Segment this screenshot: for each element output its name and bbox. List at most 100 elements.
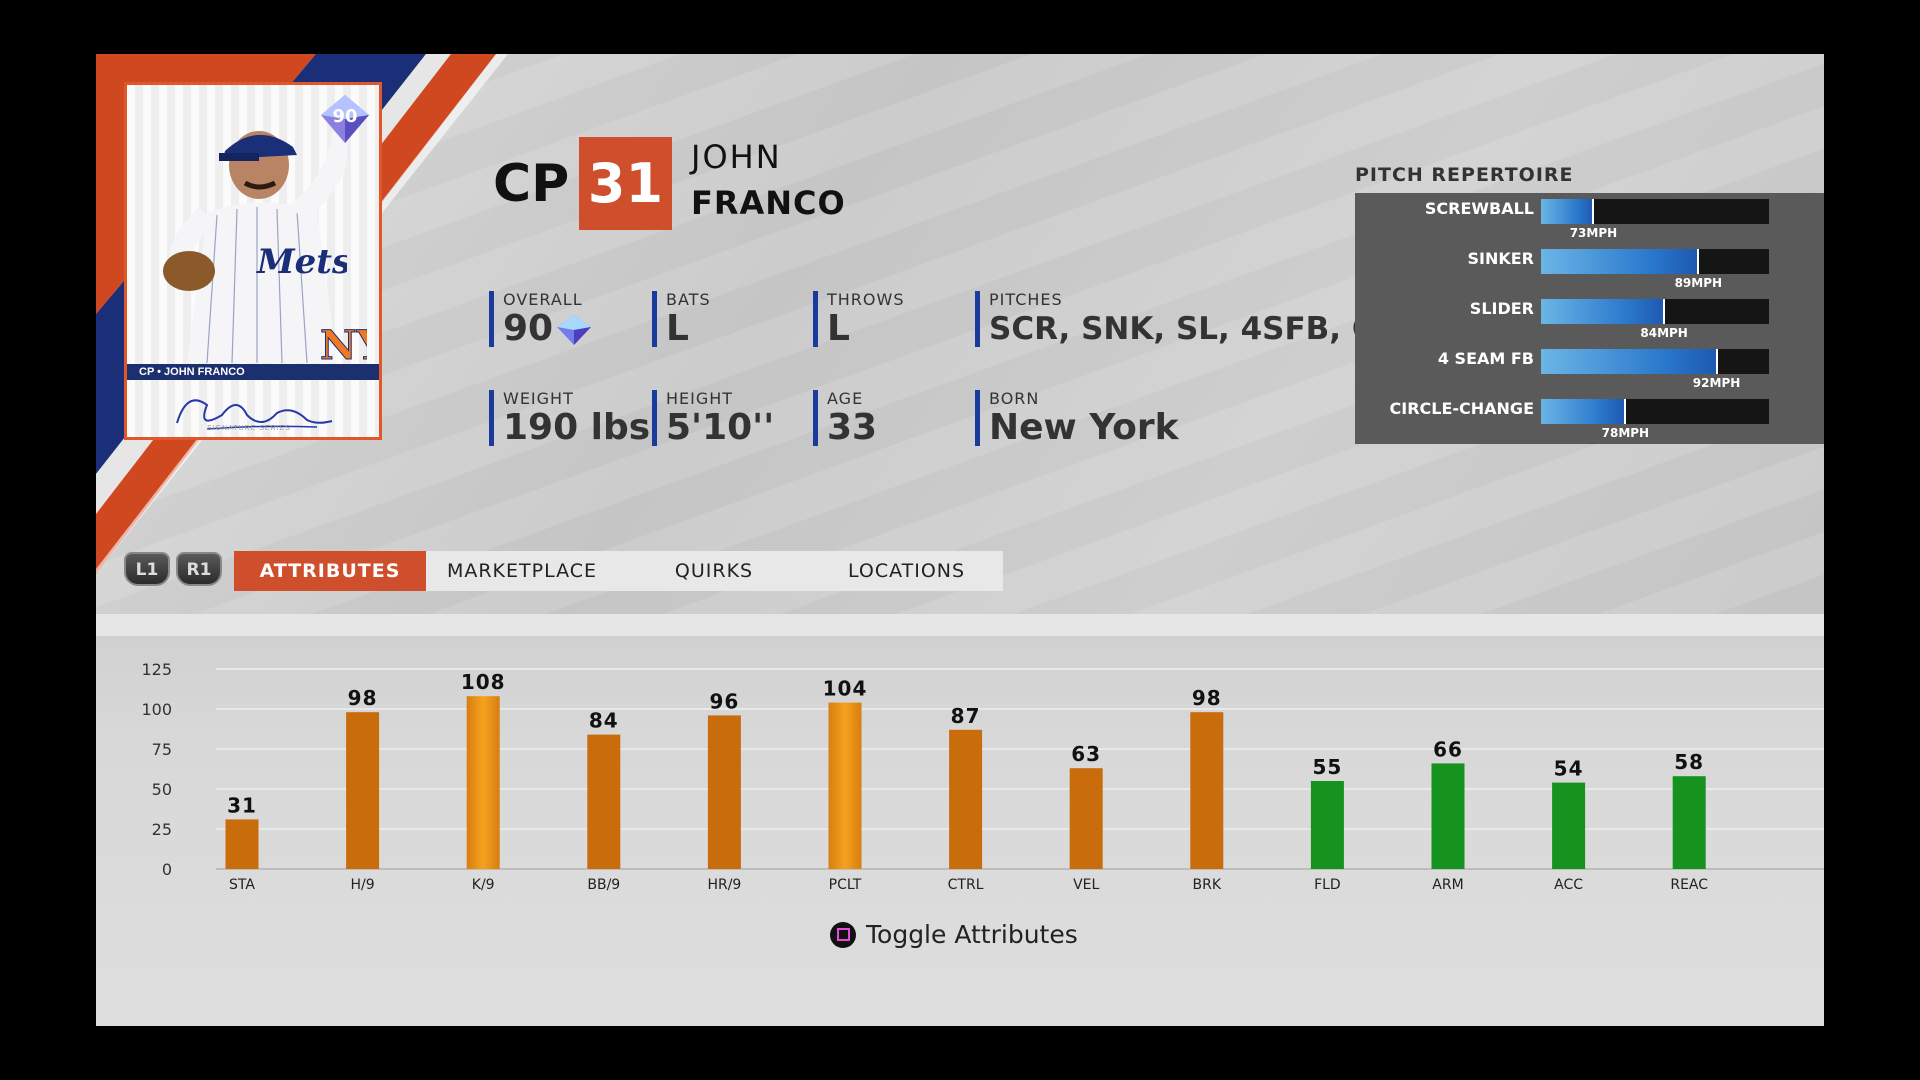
y-tick-label: 75 [152,740,172,759]
x-category-label: FLD [1314,877,1341,893]
pitch-name: CIRCLE-CHANGE [1389,399,1535,418]
pitch-repertoire-panel: SCREWBALL 73MPH SINKER 89MPH SLIDER 84MPH 4 SE… [1355,193,1824,444]
bar-value-label: 104 [823,677,868,701]
pitch-speed-fill [1541,249,1699,274]
bar-vel [1069,768,1103,869]
bar-value-label: 96 [709,689,739,713]
r1-button-icon[interactable]: R1 [176,552,222,586]
stat-age-label: AGE [827,389,864,408]
player-number: 31 [579,137,672,230]
pitch-speed: 89MPH [1674,276,1723,290]
pitch-speed-marker [1715,349,1718,374]
stat-throws: THROWS L [813,290,905,349]
stat-bats-label: BATS [666,290,711,309]
stat-overall-number: 90 [503,308,554,349]
bar-value-label: 55 [1312,755,1342,779]
bar-ctrl [949,729,983,869]
bar-brk [1190,712,1224,869]
attributes-bar-chart: 0 25 50 75 100 125 31 STA 98 H/9 108 K/9 84 BB/9 96 HR/… [141,660,1824,893]
stat-throws-label: THROWS [827,290,905,309]
y-tick-label: 100 [141,700,172,719]
pitch-speed: 84MPH [1640,326,1688,340]
pitch-name: 4 SEAM FB [1437,349,1534,368]
stat-pitches-label: PITCHES [989,290,1063,309]
x-category-label: CTRL [948,877,984,893]
tab-bar: ATTRIBUTES MARKETPLACE QUIRKS LOCATIONS [234,551,1003,591]
x-category-label: STA [229,877,255,893]
x-category-label: PCLT [829,877,862,893]
pitch-name: SINKER [1467,249,1534,268]
stat-born-value: New York [989,407,1179,448]
stat-weight-label: WEIGHT [503,389,574,408]
svg-text:NY: NY [320,322,367,369]
pitch-speed-marker [1697,249,1700,274]
bar-value-label: 108 [461,670,506,694]
y-tick-label: 25 [152,820,172,839]
bar-hr-9 [707,715,741,869]
tab-quirks[interactable]: QUIRKS [618,551,810,591]
card-overall-badge: 90 [319,93,371,145]
card-series-label: SIGNATURE SERIES [207,425,291,432]
pitch-row: CIRCLE-CHANGE 78MPH [1355,393,1824,443]
bar-reac [1672,776,1706,869]
toggle-attributes-button[interactable]: Toggle Attributes [830,920,1078,949]
attributes-panel-header [96,614,1824,636]
toggle-attributes-label: Toggle Attributes [866,920,1078,949]
player-first-name: JOHN [691,138,782,176]
bar-value-label: 54 [1554,757,1584,781]
bar-value-label: 98 [1192,686,1222,710]
stat-age: AGE 33 [813,389,878,448]
card-overall-value: 90 [332,106,358,127]
stat-pitches: PITCHES SCR, SNK, SL, 4SFB, CIR [975,291,1410,347]
tab-attributes[interactable]: ATTRIBUTES [234,551,426,591]
bar-fld [1310,781,1344,869]
svg-text:Mets: Mets [256,242,347,282]
bar-value-label: 98 [348,686,378,710]
pitch-speed-bar [1541,199,1769,224]
pitch-repertoire-title: PITCH REPERTOIRE [1355,164,1574,186]
pitch-speed-bar [1541,349,1769,374]
x-category-label: ARM [1432,877,1463,893]
x-category-label: BRK [1193,877,1222,893]
stat-height: HEIGHT 5'10'' [652,389,775,448]
bar-value-label: 58 [1674,750,1704,774]
x-category-label: REAC [1670,877,1708,893]
l1-button-icon[interactable]: L1 [124,552,170,586]
stat-overall-label: OVERALL [503,290,583,309]
stat-born: BORN New York [975,389,1179,448]
pitch-speed-fill [1541,299,1665,324]
bar-value-label: 63 [1071,742,1101,766]
x-category-label: VEL [1073,877,1099,893]
bar-value-label: 84 [589,709,619,733]
tab-locations[interactable]: LOCATIONS [810,551,1003,591]
card-nameplate: CP • JOHN FRANCO [127,364,379,380]
stat-overall-value: 90 [503,309,593,349]
player-card[interactable]: Mets NY 90 CP • JOHN FRANCO SIGNATURE SE… [124,82,382,440]
bar-value-label: 87 [951,704,981,728]
pitch-speed-fill [1541,349,1717,374]
stat-height-label: HEIGHT [666,389,734,408]
pitch-row: 4 SEAM FB 92MPH [1355,343,1824,393]
bar-k-9 [466,696,500,869]
pitch-speed-bar [1541,299,1769,324]
pitch-speed-fill [1541,399,1626,424]
pitch-row: SLIDER 84MPH [1355,293,1824,343]
square-button-icon [830,921,856,948]
player-last-name: FRANCO [691,184,846,222]
tab-marketplace[interactable]: MARKETPLACE [426,551,618,591]
pitch-name: SLIDER [1469,299,1534,318]
x-category-label: H/9 [351,877,375,893]
bar-value-label: 66 [1433,737,1463,761]
stat-height-value: 5'10'' [666,407,775,448]
stat-throws-value: L [827,308,850,349]
pitch-speed: 78MPH [1601,426,1650,440]
stat-born-label: BORN [989,389,1040,408]
pitch-speed-marker [1624,399,1627,424]
pitch-speed-marker [1663,299,1666,324]
stat-age-value: 33 [827,407,878,448]
x-category-label: BB/9 [587,877,620,893]
stat-bats-value: L [666,308,689,349]
x-category-label: HR/9 [707,877,741,893]
x-category-label: K/9 [472,877,495,893]
y-tick-label: 50 [152,780,172,799]
